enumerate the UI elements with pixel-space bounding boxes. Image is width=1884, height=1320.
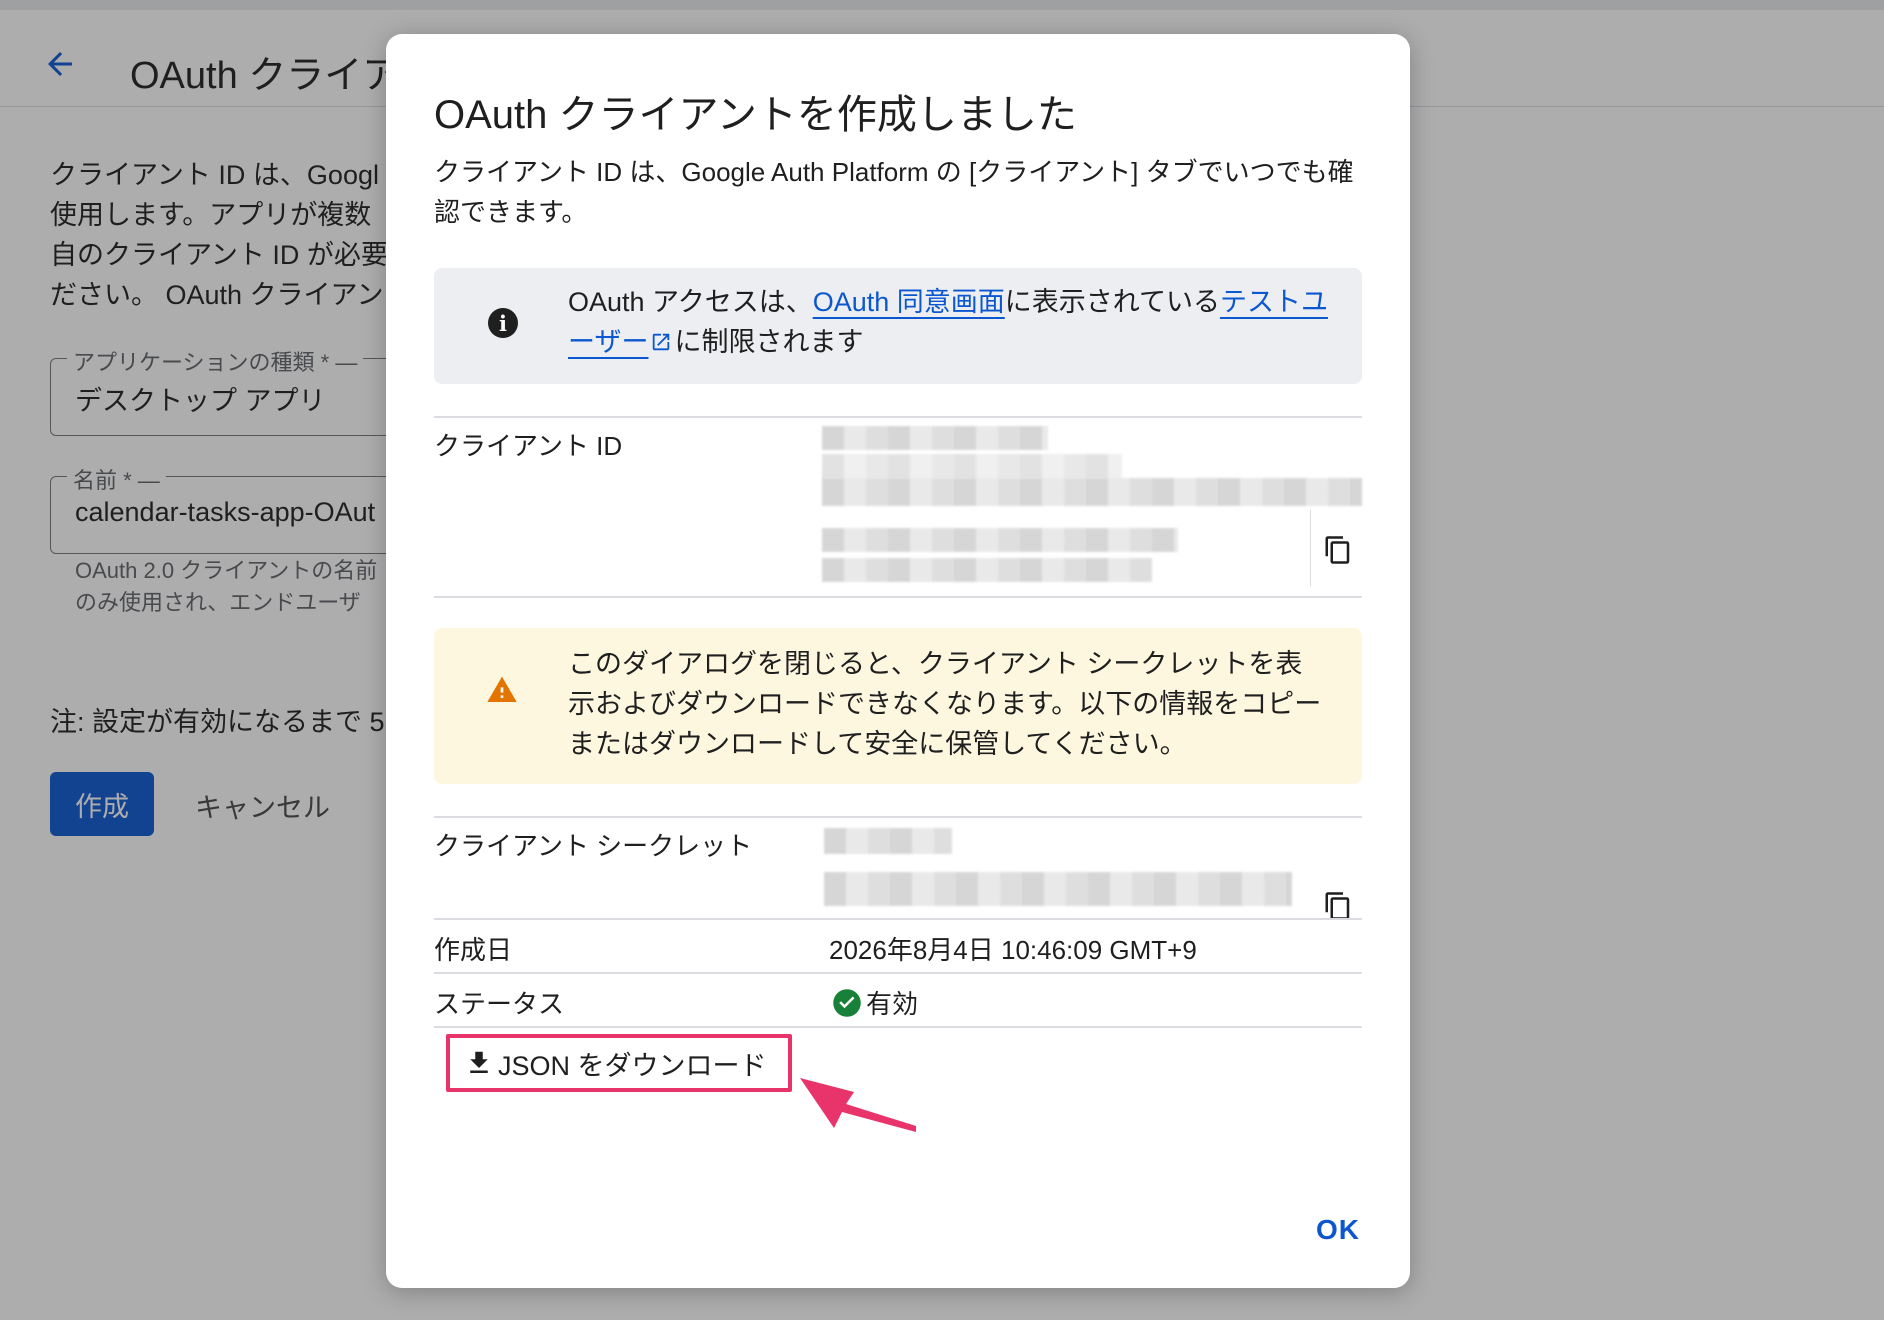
dialog-subtitle: クライアント ID は、Google Auth Platform の [クライア… xyxy=(434,157,1354,227)
status-value: 有効 xyxy=(832,984,918,1021)
divider xyxy=(434,1026,1362,1028)
client-id-redacted xyxy=(822,528,1178,552)
info-icon: i xyxy=(488,308,518,338)
client-secret-redacted xyxy=(824,872,1292,906)
info-suffix: に制限されます xyxy=(674,327,864,357)
client-id-redacted xyxy=(822,454,1122,478)
copy-client-id-icon[interactable] xyxy=(1318,530,1358,570)
status-text: 有効 xyxy=(866,989,919,1019)
divider xyxy=(434,918,1362,920)
client-id-redacted xyxy=(822,426,1048,450)
warning-icon xyxy=(486,674,518,711)
copy-client-secret-icon[interactable] xyxy=(1318,886,1358,926)
annotation-arrow-icon xyxy=(800,1078,916,1132)
divider xyxy=(434,816,1362,818)
download-json-label: JSON をダウンロード xyxy=(498,1050,767,1081)
consent-screen-link[interactable]: OAuth 同意画面 xyxy=(813,287,1005,317)
check-circle-icon xyxy=(833,988,861,1017)
info-middle: に表示されている xyxy=(1004,287,1220,317)
info-text: OAuth アクセスは、OAuth 同意画面に表示されているテストユーザー に制限… xyxy=(568,282,1328,364)
dialog-title: OAuth クライアントを作成しました xyxy=(434,93,1077,137)
client-id-redacted xyxy=(822,478,1362,506)
ok-button[interactable]: OK xyxy=(1316,1214,1360,1246)
oauth-created-dialog: OAuth クライアントを作成しました クライアント ID は、Google A… xyxy=(386,34,1410,1288)
client-id-label: クライアント ID xyxy=(434,431,623,461)
client-id-redacted xyxy=(822,558,1152,582)
download-icon xyxy=(470,1051,488,1073)
created-value: 2026年8月4日 10:46:09 GMT+9 xyxy=(829,935,1197,965)
created-label: 作成日 xyxy=(434,935,513,965)
client-secret-redacted xyxy=(824,828,952,854)
client-secret-label: クライアント シークレット xyxy=(434,831,753,861)
status-label: ステータス xyxy=(434,989,565,1019)
divider xyxy=(434,972,1362,974)
divider xyxy=(434,596,1362,598)
warning-text: このダイアログを閉じると、クライアント シークレットを表示およびダウンロードでき… xyxy=(568,649,1322,759)
open-in-new-icon xyxy=(650,324,672,364)
divider xyxy=(434,416,1362,418)
download-json-button[interactable]: JSON をダウンロード xyxy=(446,1034,792,1092)
copy-divider xyxy=(1310,510,1311,586)
warning-banner: このダイアログを閉じると、クライアント シークレットを表示およびダウンロードでき… xyxy=(434,628,1362,784)
info-prefix: OAuth アクセスは、 xyxy=(568,287,813,317)
info-banner: i OAuth アクセスは、OAuth 同意画面に表示されているテストユーザーに… xyxy=(434,268,1362,384)
